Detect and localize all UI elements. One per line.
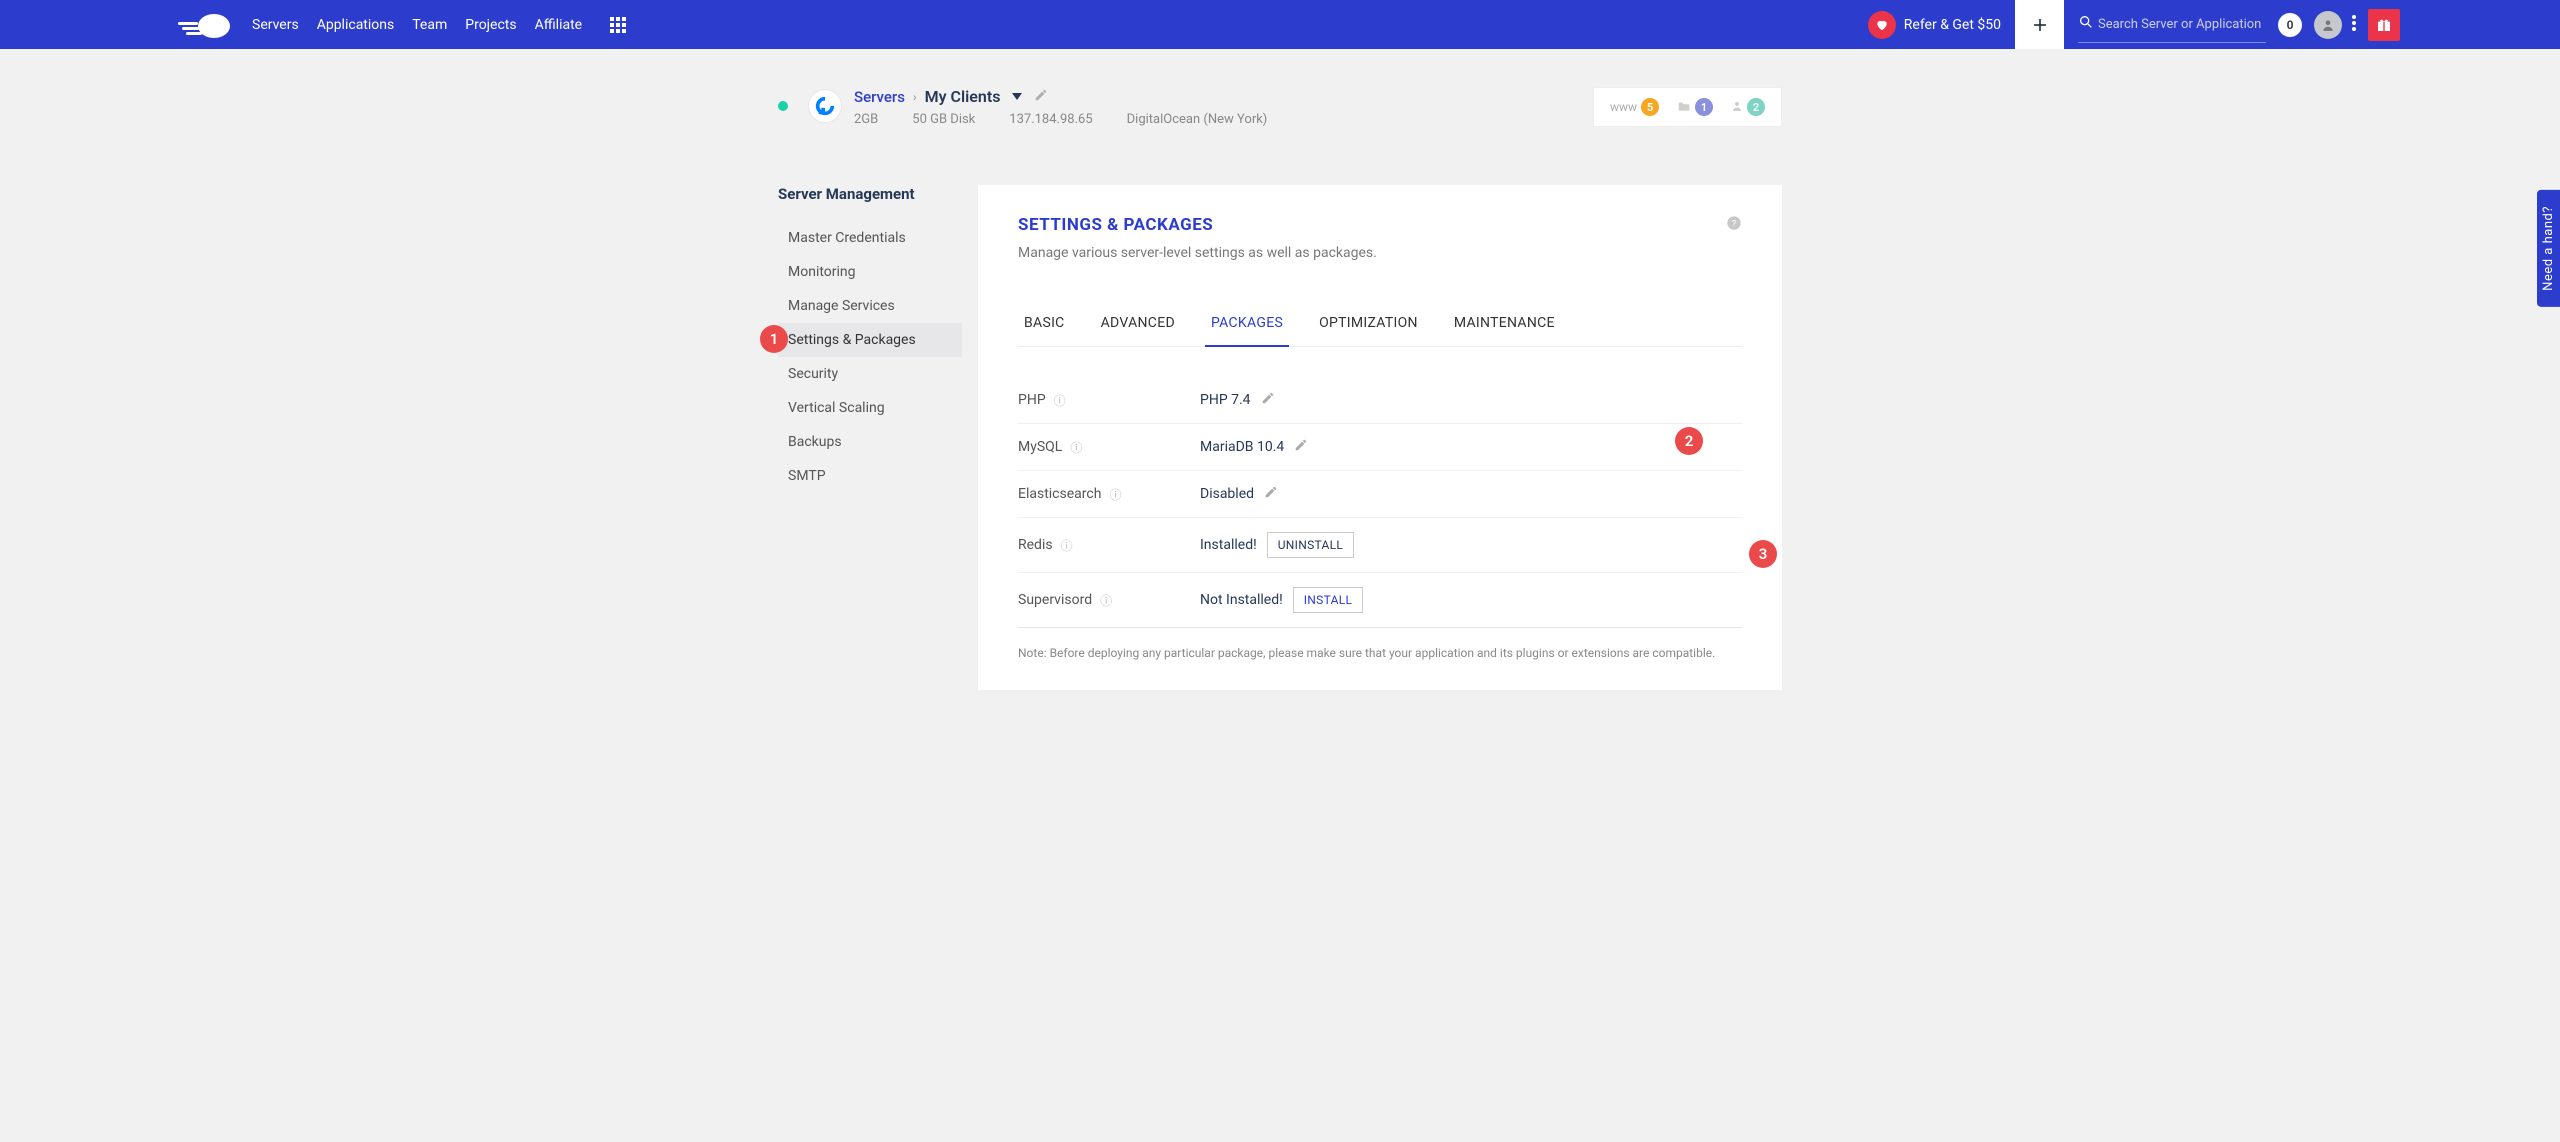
tab-basic[interactable]: BASIC (1018, 305, 1071, 346)
header-badges: www 5 1 2 (1593, 87, 1782, 127)
need-a-hand-tab[interactable]: Need a hand? (2537, 190, 2560, 307)
sidebar-item-monitoring[interactable]: Monitoring (778, 255, 962, 289)
tab-maintenance[interactable]: MAINTENANCE (1448, 305, 1561, 346)
badge-team[interactable]: 2 (1731, 98, 1765, 116)
topbar: Servers Applications Team Projects Affil… (0, 0, 2560, 49)
server-specs: 2GB 50 GB Disk 137.184.98.65 DigitalOcea… (854, 112, 1267, 127)
badge-apps[interactable]: www 5 (1610, 98, 1659, 116)
page-content: Servers › My Clients 2GB 50 GB Disk 137.… (778, 87, 1782, 690)
install-button[interactable]: INSTALL (1293, 587, 1364, 613)
caret-down-icon[interactable] (1012, 93, 1022, 100)
package-row-mysql: MySQL ⓘ MariaDB 10.4 (1018, 424, 1742, 471)
info-icon[interactable]: ⓘ (1061, 537, 1073, 554)
search-input[interactable] (2098, 17, 2266, 32)
badge-projects-count: 1 (1695, 98, 1713, 116)
tabs: BASIC ADVANCED PACKAGES OPTIMIZATION MAI… (1018, 305, 1742, 347)
nav-projects[interactable]: Projects (465, 17, 516, 33)
breadcrumb-servers[interactable]: Servers (854, 88, 905, 106)
annotation-2: 2 (1675, 427, 1703, 455)
sidebar: Server Management Master Credentials Mon… (778, 185, 962, 690)
spec-ip: 137.184.98.65 (1009, 112, 1092, 127)
chevron-right-icon: › (913, 90, 917, 104)
sidebar-item-backups[interactable]: Backups (778, 425, 962, 459)
spec-disk: 50 GB Disk (912, 112, 975, 127)
notification-count[interactable]: 0 (2278, 13, 2302, 37)
folder-icon (1677, 100, 1691, 115)
info-icon[interactable]: ⓘ (1054, 392, 1066, 409)
panel-title: SETTINGS & PACKAGES (1018, 215, 1213, 235)
tab-packages[interactable]: PACKAGES (1205, 305, 1289, 347)
two-column-body: Server Management Master Credentials Mon… (778, 185, 1782, 690)
packages-list: PHP ⓘ PHP 7.4 MySQL ⓘ (1018, 377, 1742, 628)
tab-advanced[interactable]: ADVANCED (1095, 305, 1181, 346)
package-row-supervisord: Supervisord ⓘ Not Installed! INSTALL (1018, 573, 1742, 628)
package-label: PHP (1018, 392, 1046, 408)
nav-affiliate[interactable]: Affiliate (535, 17, 583, 33)
package-label: MySQL (1018, 439, 1062, 455)
nav-team[interactable]: Team (412, 17, 447, 33)
primary-nav: Servers Applications Team Projects Affil… (252, 17, 582, 33)
package-value: Installed! (1200, 537, 1257, 553)
refer-link[interactable]: Refer & Get $50 (1854, 11, 2015, 39)
topbar-right: Refer & Get $50 0 (1854, 0, 2560, 49)
main-panel: 2 3 SETTINGS & PACKAGES ? Manage various… (978, 185, 1782, 690)
sidebar-item-master-credentials[interactable]: Master Credentials (778, 221, 962, 255)
tab-optimization[interactable]: OPTIMIZATION (1313, 305, 1424, 346)
edit-icon[interactable] (1261, 391, 1275, 409)
spec-ram: 2GB (854, 112, 878, 127)
provider-icon (808, 89, 842, 123)
package-value: PHP 7.4 (1200, 392, 1251, 408)
package-note: Note: Before deploying any particular pa… (1018, 646, 1742, 660)
package-row-redis: Redis ⓘ Installed! UNINSTALL (1018, 518, 1742, 573)
sidebar-title: Server Management (778, 185, 962, 203)
package-value: Disabled (1200, 486, 1254, 502)
package-value: MariaDB 10.4 (1200, 439, 1284, 455)
badge-team-count: 2 (1747, 98, 1765, 116)
edit-icon[interactable] (1294, 438, 1308, 456)
server-header: Servers › My Clients 2GB 50 GB Disk 137.… (778, 87, 1782, 127)
sidebar-item-smtp[interactable]: SMTP (778, 459, 962, 493)
help-icon[interactable]: ? (1726, 215, 1742, 235)
badge-www-label: www (1610, 100, 1637, 114)
info-icon[interactable]: ⓘ (1100, 592, 1112, 609)
package-row-elasticsearch: Elasticsearch ⓘ Disabled (1018, 471, 1742, 518)
package-label: Supervisord (1018, 592, 1092, 608)
status-dot-icon (778, 101, 788, 111)
search-icon (2078, 14, 2094, 34)
heart-icon (1868, 11, 1896, 39)
add-button[interactable] (2015, 0, 2064, 49)
package-value: Not Installed! (1200, 592, 1283, 608)
sidebar-item-security[interactable]: Security (778, 357, 962, 391)
badge-projects[interactable]: 1 (1677, 98, 1713, 116)
annotation-1: 1 (760, 325, 788, 353)
package-row-php: PHP ⓘ PHP 7.4 (1018, 377, 1742, 424)
breadcrumb: Servers › My Clients 2GB 50 GB Disk 137.… (854, 87, 1267, 127)
panel-subtitle: Manage various server-level settings as … (1018, 245, 1742, 261)
search-wrap (2078, 7, 2266, 43)
edit-server-name-icon[interactable] (1034, 87, 1048, 106)
sidebar-item-manage-services[interactable]: Manage Services (778, 289, 962, 323)
info-icon[interactable]: ⓘ (1109, 486, 1121, 503)
sidebar-item-vertical-scaling[interactable]: Vertical Scaling (778, 391, 962, 425)
apps-grid-icon[interactable] (610, 17, 626, 33)
spec-provider: DigitalOcean (New York) (1127, 112, 1268, 127)
edit-icon[interactable] (1264, 485, 1278, 503)
package-label: Redis (1018, 537, 1053, 553)
logo-icon[interactable] (178, 12, 230, 38)
nav-applications[interactable]: Applications (317, 17, 395, 33)
svg-text:?: ? (1732, 218, 1737, 229)
package-label: Elasticsearch (1018, 486, 1101, 502)
nav-servers[interactable]: Servers (252, 17, 299, 33)
uninstall-button[interactable]: UNINSTALL (1267, 532, 1354, 558)
refer-label: Refer & Get $50 (1904, 17, 2001, 33)
sidebar-item-settings-packages[interactable]: 1 Settings & Packages (778, 323, 962, 357)
server-name: My Clients (925, 87, 1001, 106)
user-avatar[interactable] (2314, 11, 2342, 39)
info-icon[interactable]: ⓘ (1070, 439, 1082, 456)
gift-icon[interactable] (2368, 9, 2400, 41)
annotation-3: 3 (1749, 540, 1777, 568)
person-icon (1731, 100, 1743, 115)
more-menu-icon[interactable] (2352, 15, 2356, 35)
badge-www-count: 5 (1641, 98, 1659, 116)
